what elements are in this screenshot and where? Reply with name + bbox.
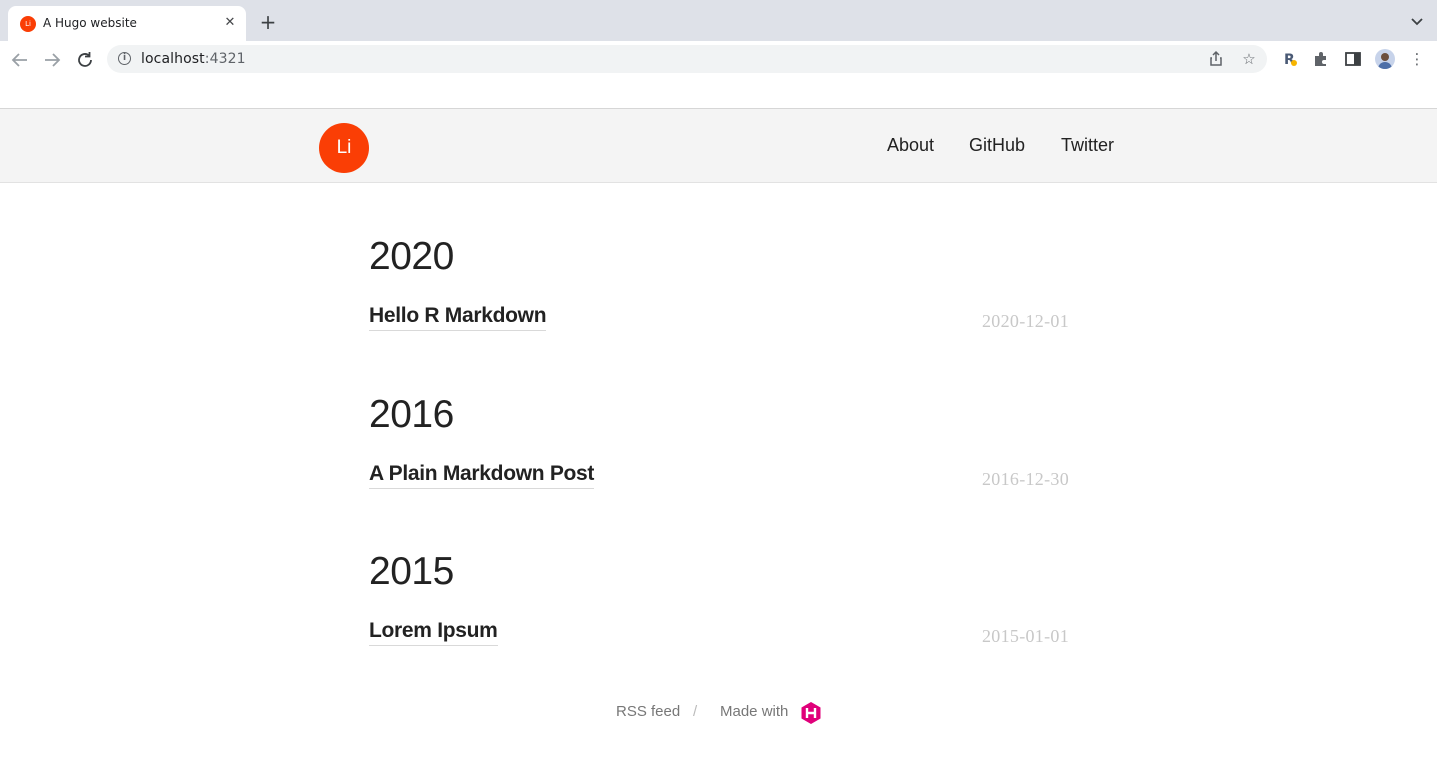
side-panel-icon[interactable]: [1344, 50, 1362, 68]
post-date: 2016-12-30: [982, 469, 1069, 489]
kebab-menu-icon[interactable]: ⋮: [1408, 50, 1426, 68]
hugo-logo-icon[interactable]: [800, 701, 822, 725]
close-tab-icon[interactable]: ✕: [220, 13, 240, 33]
made-with-label: Made with: [720, 703, 789, 720]
rss-feed-link[interactable]: RSS feed: [616, 703, 680, 720]
back-arrow-icon[interactable]: [9, 49, 31, 71]
post-date: 2020-12-01: [982, 311, 1069, 331]
browser-tab-strip: Li A Hugo website ✕ +: [0, 0, 1437, 41]
extension-r-icon[interactable]: R: [1281, 50, 1299, 68]
reload-icon[interactable]: [74, 49, 96, 71]
post-title-link[interactable]: Lorem Ipsum: [369, 619, 498, 646]
year-heading: 2016: [369, 393, 454, 436]
site-info-icon[interactable]: i: [118, 52, 131, 65]
extensions-puzzle-icon[interactable]: [1312, 50, 1330, 68]
forward-arrow-icon[interactable]: [41, 49, 63, 71]
tab-title: A Hugo website: [43, 16, 137, 30]
address-bar[interactable]: i localhost:4321 ☆: [107, 45, 1267, 73]
nav-link-twitter[interactable]: Twitter: [1061, 135, 1114, 156]
site-favicon-icon: Li: [20, 16, 36, 32]
site-logo[interactable]: Li: [319, 123, 369, 173]
browser-toolbar: i localhost:4321 ☆ R ⋮: [0, 41, 1437, 78]
nav-link-github[interactable]: GitHub: [969, 135, 1025, 156]
nav-link-about[interactable]: About: [887, 135, 934, 156]
new-tab-button[interactable]: +: [258, 12, 278, 32]
url-text[interactable]: localhost:4321: [141, 51, 246, 67]
post-title-link[interactable]: Hello R Markdown: [369, 304, 547, 331]
post-title-link[interactable]: A Plain Markdown Post: [369, 462, 594, 489]
site-header: Li About GitHub Twitter: [0, 109, 1437, 183]
post-date: 2015-01-01: [982, 626, 1069, 646]
share-icon[interactable]: [1207, 50, 1225, 68]
year-heading: 2020: [369, 235, 454, 278]
year-heading: 2015: [369, 550, 454, 593]
profile-avatar[interactable]: [1375, 49, 1395, 69]
browser-tab[interactable]: Li A Hugo website ✕: [8, 6, 246, 41]
footer-separator: /: [693, 703, 698, 720]
bookmark-star-icon[interactable]: ☆: [1240, 50, 1258, 68]
tab-search-chevron-icon[interactable]: [1409, 13, 1425, 29]
